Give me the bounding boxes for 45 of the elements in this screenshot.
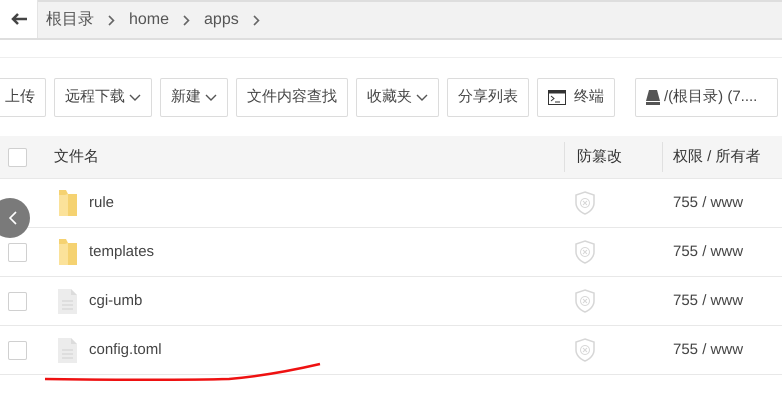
file-name[interactable]: rule (89, 194, 114, 211)
checkbox[interactable] (8, 242, 27, 262)
column-header[interactable]: 权限 / 所有者 (673, 146, 761, 168)
chevron-right-icon (252, 14, 260, 26)
shield-icon[interactable] (574, 289, 596, 313)
file-icon (58, 288, 77, 314)
breadcrumb-item[interactable]: 根目录 (46, 8, 94, 32)
collapse-button[interactable] (0, 198, 30, 238)
shield-icon[interactable] (574, 240, 596, 264)
chevron-right-icon (108, 14, 115, 26)
toolbar-button[interactable]: 终端 (537, 78, 615, 117)
file-name[interactable]: templates (89, 242, 154, 260)
terminal-icon (548, 90, 566, 105)
disk-button[interactable]: /(根目录) (7.... (635, 78, 778, 117)
file-icon (58, 338, 77, 362)
shield-icon[interactable] (574, 191, 596, 215)
permission-text[interactable]: 755 / www (673, 194, 744, 211)
chevron-left-icon (9, 211, 17, 225)
back-arrow-icon (10, 13, 26, 25)
checkbox[interactable] (8, 292, 27, 310)
disk-icon (646, 90, 660, 105)
toolbar-button[interactable]: 远程下载 (54, 78, 152, 117)
checkbox[interactable] (8, 148, 27, 166)
caret-icon (416, 94, 428, 102)
toolbar-button[interactable]: 文件内容查找 (236, 78, 348, 117)
column-header[interactable]: 文件名 (54, 148, 99, 165)
column-header[interactable]: 防篡改 (577, 146, 622, 168)
breadcrumb-item[interactable]: apps (204, 8, 239, 32)
checkbox[interactable] (8, 340, 27, 360)
breadcrumb-item[interactable]: home (129, 8, 170, 32)
chevron-right-icon (183, 14, 190, 26)
toolbar-button[interactable]: 收藏夹 (356, 78, 439, 117)
toolbar-button[interactable]: 分享列表 (447, 78, 529, 117)
permission-text[interactable]: 755 / www (673, 340, 744, 358)
permission-text[interactable]: 755 / www (673, 292, 744, 309)
file-name[interactable]: cgi-umb (89, 292, 142, 309)
caret-icon (129, 94, 141, 102)
toolbar-button[interactable]: 上传 (0, 78, 46, 117)
file-name[interactable]: config.toml (89, 340, 162, 358)
folder-icon (58, 189, 78, 217)
shield-icon[interactable] (574, 338, 596, 362)
permission-text[interactable]: 755 / www (673, 242, 744, 260)
caret-icon (205, 94, 217, 102)
folder-icon (58, 238, 78, 266)
toolbar-button[interactable]: 新建 (160, 78, 228, 117)
